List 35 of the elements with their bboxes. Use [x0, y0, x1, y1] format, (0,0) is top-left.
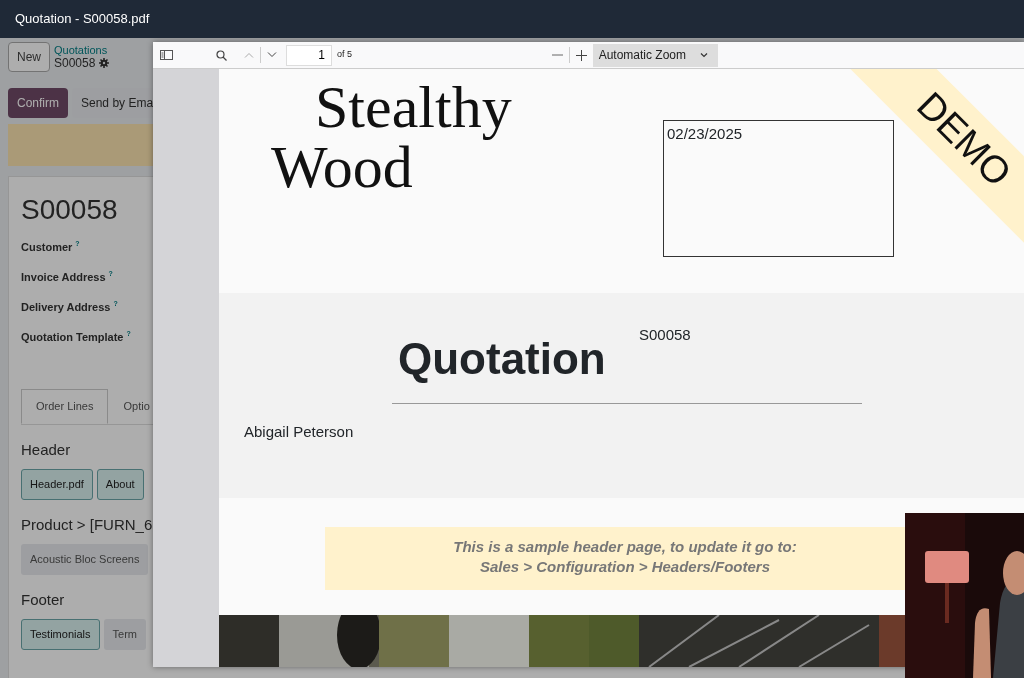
customer-name: Abigail Peterson — [244, 422, 354, 442]
quotation-number: S00058 — [639, 325, 691, 345]
sidebar-toggle-icon[interactable] — [160, 50, 173, 60]
section-heading: Footer — [21, 589, 66, 610]
zoom-select[interactable]: Automatic Zoom — [592, 43, 718, 67]
document-tag[interactable]: Term — [103, 619, 146, 650]
date-box: 02/23/2025 — [663, 120, 894, 257]
document-tag[interactable]: About — [96, 469, 144, 500]
gear-icon[interactable] — [99, 58, 110, 69]
document-tag[interactable]: Acoustic Bloc Screens — [21, 544, 149, 575]
caret-icon — [700, 52, 708, 58]
record-name: S00058 — [54, 55, 96, 71]
logo-text: Wood — [271, 137, 413, 197]
document-tag[interactable]: Header.pdf — [21, 469, 93, 500]
notice-text: Sales > Configuration > Headers/Footers — [478, 557, 772, 578]
record-title: S00058 — [21, 193, 119, 227]
search-icon[interactable] — [216, 49, 227, 61]
new-button[interactable]: New — [8, 42, 50, 72]
confirm-button[interactable]: Confirm — [8, 88, 68, 118]
window-title: Quotation - S00058.pdf — [15, 10, 150, 29]
field-label: Delivery Address — [21, 301, 111, 313]
field-label: Invoice Address — [21, 271, 106, 283]
breadcrumb-link[interactable]: Quotations — [54, 43, 110, 56]
field-label: Quotation Template — [21, 331, 124, 343]
chevron-down-icon[interactable] — [267, 52, 277, 58]
document-title: Quotation — [398, 333, 606, 385]
document-tag[interactable]: Testimonials — [21, 619, 100, 650]
section-heading: Product > [FURN_6 — [21, 514, 154, 535]
field-label: Customer — [21, 241, 73, 253]
zoom-in-icon[interactable] — [575, 49, 587, 61]
section-heading: Header — [21, 439, 72, 460]
page-count: of 5 — [337, 48, 352, 62]
tab[interactable]: Order Lines — [21, 389, 109, 424]
page-number-field[interactable]: 1 — [286, 44, 332, 66]
notice-text: This is a sample header page, to update it go to: — [452, 537, 798, 557]
